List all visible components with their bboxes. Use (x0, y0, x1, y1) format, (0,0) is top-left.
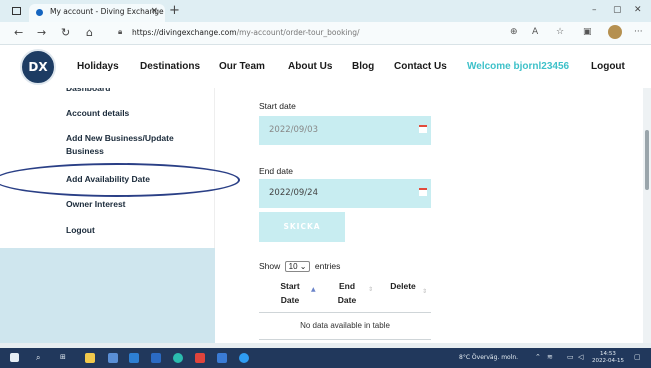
calendar-icon[interactable] (419, 125, 427, 133)
browser-navbar: ← → ↻ ⌂ 🔒︎ https://divingexchange.com/my… (0, 22, 651, 45)
end-date-input[interactable]: 2022/09/24 (259, 179, 431, 208)
home-icon[interactable]: ⌂ (86, 26, 93, 39)
site-favicon-icon (36, 9, 43, 16)
table-footer-rule (259, 339, 431, 340)
word-icon[interactable] (151, 353, 161, 363)
nav-logout[interactable]: Logout (591, 61, 625, 72)
tray-chevron-icon[interactable]: ⌃ (535, 353, 541, 361)
back-icon[interactable]: ← (14, 26, 23, 39)
browser-titlebar: My account - Diving Exchange × + – ▢ ✕ (0, 0, 651, 22)
main-content: Start date 2022/09/03 End date 2022/09/2… (215, 88, 651, 343)
maximize-button[interactable]: ▢ (613, 5, 622, 15)
nav-about-us[interactable]: About Us (288, 61, 332, 72)
sort-icon[interactable]: ⇕ (368, 286, 373, 293)
nav-welcome-user[interactable]: Welcome bjornl23456 (467, 61, 569, 72)
nav-our-team[interactable]: Our Team (219, 61, 265, 72)
task-view-icon[interactable]: ⊞ (60, 353, 66, 361)
lock-icon[interactable]: 🔒︎ (118, 27, 122, 37)
favorites-icon[interactable]: ☆ (556, 27, 564, 37)
taskbar-clock[interactable]: 14:53 2022-04-15 (592, 351, 624, 365)
notifications-icon[interactable]: ▢ (634, 353, 641, 361)
sidebar-item-add-business[interactable]: Add New Business/Update Business (66, 132, 206, 158)
nav-holidays[interactable]: Holidays (77, 61, 119, 72)
start-date-input[interactable]: 2022/09/03 (259, 116, 431, 145)
clock-date: 2022-04-15 (592, 358, 624, 364)
sidebar-item-owner-interest[interactable]: Owner Interest (66, 198, 126, 211)
sort-asc-icon[interactable]: ▲ (311, 286, 316, 293)
file-explorer-icon[interactable] (85, 353, 95, 363)
table-header-rule (259, 312, 431, 313)
store-icon[interactable] (108, 353, 118, 363)
url-path: /my-account/order-tour_booking/ (236, 28, 360, 37)
site-header: DX Holidays Destinations Our Team About … (0, 45, 651, 88)
skype-icon[interactable] (239, 353, 249, 363)
start-date-label: Start date (259, 101, 296, 111)
sidebar-item-account-details[interactable]: Account details (66, 107, 129, 120)
battery-icon[interactable]: ▭ (567, 353, 574, 361)
site-logo[interactable]: DX (20, 49, 56, 85)
page-size-value: 10 (288, 262, 298, 271)
minimize-button[interactable]: – (592, 5, 597, 15)
submit-button[interactable]: SKICKA (259, 212, 345, 242)
zoom-icon[interactable]: ⊕ (510, 27, 518, 37)
url-domain: https://divingexchange.com (132, 28, 237, 37)
show-entries-row: Show 10 ⌄ entries (259, 261, 340, 272)
page-size-select[interactable]: 10 ⌄ (284, 261, 311, 272)
tab-title: My account - Diving Exchange (50, 7, 164, 16)
more-icon[interactable]: ··· (634, 27, 643, 37)
sidebar-item-logout[interactable]: Logout (66, 224, 95, 237)
table-empty-message: No data available in table (300, 321, 390, 330)
edge-icon[interactable] (173, 353, 183, 363)
column-delete[interactable]: Delete (387, 279, 419, 293)
new-tab-button[interactable]: + (169, 3, 180, 18)
mail-icon[interactable] (129, 353, 139, 363)
start-icon[interactable] (10, 353, 19, 362)
weather-widget[interactable]: 8°C Överväg. moln. (459, 354, 518, 361)
close-window-button[interactable]: ✕ (634, 5, 642, 15)
nav-blog[interactable]: Blog (352, 61, 374, 72)
logo-text: DX (28, 60, 48, 74)
network-icon[interactable]: ≋ (547, 353, 553, 361)
volume-icon[interactable]: ◁ (578, 353, 583, 361)
nav-destinations[interactable]: Destinations (140, 61, 200, 72)
page-scrollbar[interactable] (643, 88, 651, 343)
annotation-oval (0, 163, 240, 197)
photos-icon[interactable] (217, 353, 227, 363)
start-date-value: 2022/09/03 (269, 125, 318, 135)
show-label: Show (259, 261, 281, 271)
sort-icon[interactable]: ⇕ (422, 288, 427, 295)
profile-avatar[interactable] (608, 25, 622, 39)
window-menu-icon[interactable] (12, 7, 21, 15)
collections-icon[interactable]: ▣ (583, 27, 592, 37)
nav-contact-us[interactable]: Contact Us (394, 61, 447, 72)
forward-icon[interactable]: → (37, 26, 46, 39)
column-start-date[interactable]: Start Date (275, 279, 305, 307)
read-aloud-icon[interactable]: A (532, 27, 538, 37)
windows-taskbar: ⌕ ⊞ 8°C Överväg. moln. ⌃ ≋ ▭ ◁ 14:53 202… (0, 348, 651, 368)
entries-label: entries (314, 261, 341, 271)
calendar-icon[interactable] (419, 188, 427, 196)
end-date-label: End date (259, 166, 294, 176)
clock-time: 14:53 (600, 351, 616, 357)
acrobat-icon[interactable] (195, 353, 205, 363)
browser-tab[interactable]: My account - Diving Exchange × (29, 4, 165, 22)
column-end-date[interactable]: End Date (335, 279, 359, 307)
scrollbar-thumb[interactable] (645, 130, 649, 190)
tab-close-icon[interactable]: × (150, 6, 158, 16)
search-icon[interactable]: ⌕ (36, 353, 40, 363)
address-bar[interactable]: https://divingexchange.com/my-account/or… (132, 28, 360, 37)
reload-icon[interactable]: ↻ (61, 26, 70, 39)
end-date-value: 2022/09/24 (269, 188, 318, 198)
